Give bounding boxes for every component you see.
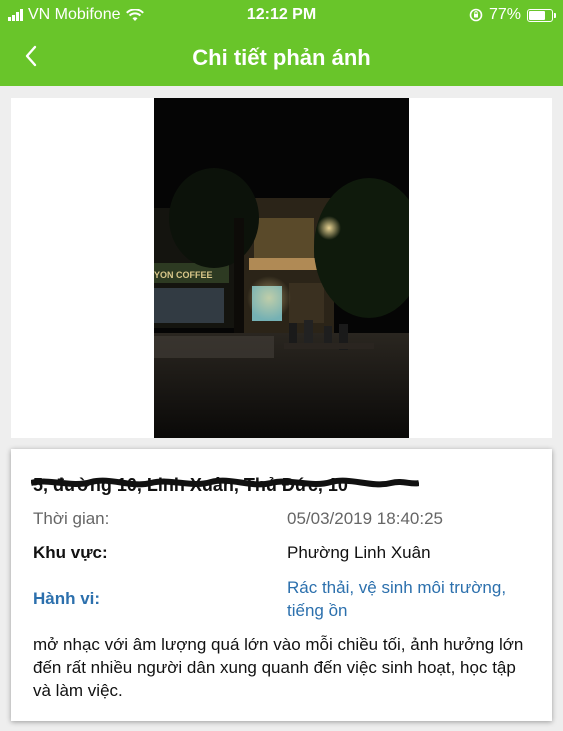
time-value: 05/03/2019 18:40:25 xyxy=(287,509,443,528)
address-redaction xyxy=(31,477,419,488)
area-value: Phường Linh Xuân xyxy=(287,543,431,562)
report-description: mở nhạc với âm lượng quá lớn vào mỗi chi… xyxy=(33,635,524,700)
status-bar: VN Mobifone 12:12 PM 77% xyxy=(0,0,563,30)
night-street-scene xyxy=(154,98,409,438)
photo-container: YON COFFEE xyxy=(11,98,552,438)
shop-sign: YON COFFEE xyxy=(154,270,213,280)
page-title: Chi tiết phản ánh xyxy=(192,45,371,70)
orientation-lock-icon xyxy=(469,8,483,22)
nav-bar: Chi tiết phản ánh xyxy=(0,30,563,86)
area-label: Khu vực: xyxy=(33,543,108,562)
time-label: Thời gian: xyxy=(33,509,110,528)
behavior-label: Hành vi: xyxy=(33,589,101,608)
report-detail-card: 5, đường 10, Linh Xuân, Thủ Đức, 10 Thời… xyxy=(11,449,552,721)
battery-icon xyxy=(527,8,556,22)
status-right: 77% xyxy=(469,6,556,24)
behavior-value: Rác thải, vệ sinh môi trường, tiếng ồn xyxy=(287,578,507,620)
battery-percent: 77% xyxy=(488,6,521,23)
report-photo[interactable]: YON COFFEE xyxy=(154,98,409,438)
